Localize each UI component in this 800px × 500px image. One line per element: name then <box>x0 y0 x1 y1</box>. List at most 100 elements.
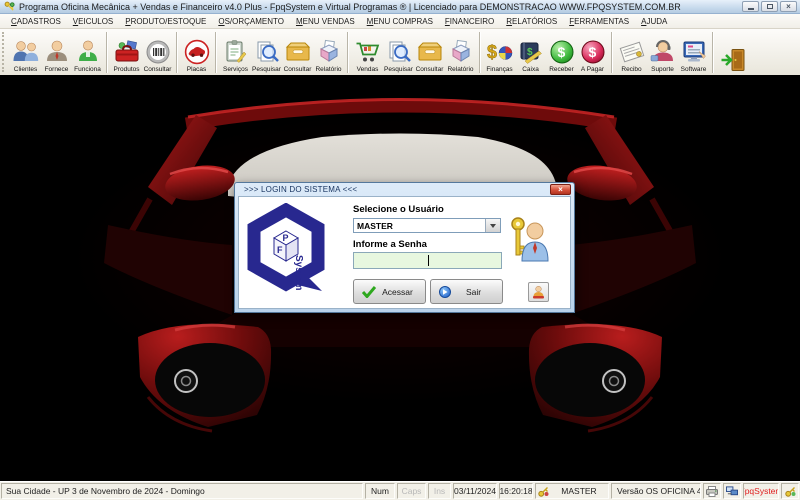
check-icon <box>362 286 376 298</box>
toolbar-button-recibo[interactable]: Recibo <box>616 32 647 74</box>
svg-text:$: $ <box>588 44 596 60</box>
login-dialog: >>> LOGIN DO SISTEMA <<< × P F System Se… <box>234 182 575 313</box>
drawer-icon <box>284 39 312 66</box>
user-select-value: MASTER <box>354 221 485 231</box>
statusbar-version: Versão OS OFICINA 4.0 <box>611 483 701 499</box>
toolbar-button-vendas[interactable]: Vendas <box>352 32 383 74</box>
toolbar-button-suporte[interactable]: Suporte <box>647 32 678 74</box>
toolbar-grip <box>2 32 8 72</box>
toolbar: Clientes Fornece Funciona Produtos Consu… <box>0 29 800 76</box>
toolbar-separator <box>479 32 481 73</box>
products-toolbox-icon <box>113 39 141 66</box>
toolbar-separator <box>176 32 178 73</box>
key-user-icon <box>508 214 550 262</box>
menu-vendas[interactable]: MENU VENDAS <box>290 15 361 28</box>
cashbook-icon: $ <box>517 39 545 66</box>
finance-icon: $ <box>486 39 514 66</box>
menu-os-orcamento[interactable]: OS/ORÇAMENTO <box>212 15 290 28</box>
key-icon <box>538 486 549 497</box>
toolbar-button-consultar-produtos[interactable]: Consultar <box>142 32 173 74</box>
toolbar-separator <box>106 32 108 73</box>
statusbar-key-button[interactable] <box>781 483 799 499</box>
toolbar-button-sair[interactable] <box>717 32 748 74</box>
toolbar-button-pesquisar-vendas[interactable]: Pesquisar <box>383 32 414 74</box>
menu-produto-estoque[interactable]: PRODUTO/ESTOQUE <box>119 15 212 28</box>
toolbar-button-consultar-vendas[interactable]: Consultar <box>414 32 445 74</box>
software-icon <box>680 39 708 66</box>
toolbar-button-placas[interactable]: Placas <box>181 32 212 74</box>
menu-cadastros[interactable]: CADASTROS <box>5 15 67 28</box>
menu-compras[interactable]: MENU COMPRAS <box>361 15 439 28</box>
key-icon <box>785 486 796 497</box>
toolbar-button-a-pagar[interactable]: $ A Pagar <box>577 32 608 74</box>
drawer-icon <box>416 39 444 66</box>
titlebar: Programa Oficina Mecânica + Vendas e Fin… <box>0 0 800 14</box>
fpqsystem-logo: P F System <box>244 203 328 299</box>
statusbar-network-button[interactable] <box>723 483 741 499</box>
receipt-icon <box>618 39 646 66</box>
login-dialog-body: P F System Selecione o Usuário MASTER In… <box>238 196 571 309</box>
menu-relatorios[interactable]: RELATÓRIOS <box>500 15 563 28</box>
statusbar-location: Sua Cidade - UP 3 de Novembro de 2024 - … <box>1 483 363 499</box>
menu-veiculos[interactable]: VEICULOS <box>67 15 119 28</box>
statusbar-date: 03/11/2024 <box>453 483 497 499</box>
toolbar-button-clientes[interactable]: Clientes <box>10 32 41 74</box>
restore-icon <box>767 4 773 9</box>
close-window-button[interactable]: × <box>780 1 797 12</box>
dropdown-button[interactable] <box>485 219 500 232</box>
toolbar-button-produtos[interactable]: Produtos <box>111 32 142 74</box>
statusbar-user: MASTER <box>535 483 609 499</box>
statusbar-brand: FpqSystem <box>743 483 779 499</box>
main-canvas: >>> LOGIN DO SISTEMA <<< × P F System Se… <box>0 75 800 481</box>
menu-ajuda[interactable]: AJUDA <box>635 15 673 28</box>
change-password-button[interactable] <box>528 282 549 302</box>
statusbar-printer-button[interactable] <box>703 483 721 499</box>
toolbar-separator <box>611 32 613 73</box>
app-window: Programa Oficina Mecânica + Vendas e Fin… <box>0 0 800 500</box>
exit-button[interactable]: Sair <box>430 279 503 304</box>
password-label: Informe a Senha <box>353 239 427 250</box>
toolbar-button-relatorio-vendas[interactable]: Relatório <box>445 32 476 74</box>
services-clipboard-icon <box>222 39 250 66</box>
printer-icon <box>706 486 718 497</box>
toolbar-button-funcionarios[interactable]: Funciona <box>72 32 103 74</box>
restore-button[interactable] <box>761 1 778 12</box>
statusbar: Sua Cidade - UP 3 de Novembro de 2024 - … <box>0 481 800 500</box>
menu-financeiro[interactable]: FINANCEIRO <box>439 15 500 28</box>
report-icon <box>315 39 343 66</box>
password-input[interactable] <box>353 252 502 269</box>
clients-icon <box>12 39 40 66</box>
toolbar-button-financas[interactable]: $ Finanças <box>484 32 515 74</box>
statusbar-num-lock: Num <box>365 483 395 499</box>
user-select[interactable]: MASTER <box>353 218 501 233</box>
toolbar-button-relatorio-os[interactable]: Relatório <box>313 32 344 74</box>
toolbar-button-consultar-os[interactable]: Consultar <box>282 32 313 74</box>
svg-text:$: $ <box>487 42 497 62</box>
receive-dollar-icon: $ <box>548 39 576 66</box>
pay-dollar-icon: $ <box>579 39 607 66</box>
statusbar-time: 16:20:18 <box>499 483 533 499</box>
toolbar-separator <box>215 32 217 73</box>
search-icon <box>253 39 281 66</box>
toolbar-button-receber[interactable]: $ Receber <box>546 32 577 74</box>
toolbar-separator <box>347 32 349 73</box>
login-dialog-titlebar[interactable]: >>> LOGIN DO SISTEMA <<< × <box>235 183 574 196</box>
statusbar-caps-lock: Caps <box>397 483 426 499</box>
svg-text:$: $ <box>557 44 565 60</box>
access-button[interactable]: Acessar <box>353 279 426 304</box>
toolbar-button-fornecedores[interactable]: Fornece <box>41 32 72 74</box>
minimize-icon <box>748 8 754 10</box>
login-dialog-close-button[interactable]: × <box>550 184 571 195</box>
close-icon: × <box>558 185 563 194</box>
logo-system-text: System <box>293 255 304 291</box>
login-dialog-title: >>> LOGIN DO SISTEMA <<< <box>244 185 357 194</box>
window-title: Programa Oficina Mecânica + Vendas e Fin… <box>19 2 738 12</box>
toolbar-button-caixa[interactable]: $ Caixa <box>515 32 546 74</box>
supplier-icon <box>43 39 71 66</box>
toolbar-button-servicos[interactable]: Serviços <box>220 32 251 74</box>
minimize-button[interactable] <box>742 1 759 12</box>
toolbar-button-pesquisar-os[interactable]: Pesquisar <box>251 32 282 74</box>
menu-ferramentas[interactable]: FERRAMENTAS <box>563 15 635 28</box>
toolbar-button-software[interactable]: Software <box>678 32 709 74</box>
support-icon <box>649 39 677 66</box>
